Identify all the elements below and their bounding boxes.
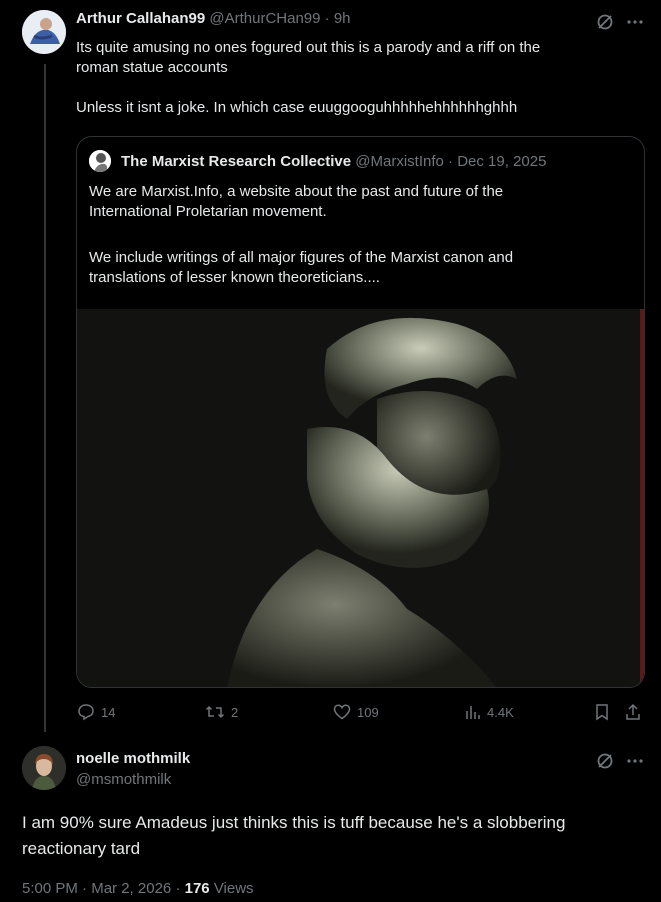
grok-icon[interactable]: [595, 751, 615, 776]
user-avatar-icon: [22, 746, 66, 790]
avatar-marxist: [89, 150, 111, 172]
heart-icon: [333, 704, 351, 720]
tweet-line: I am 90% sure Amadeus just thinks this i…: [22, 813, 566, 832]
quote-handle[interactable]: @MarxistInfo: [355, 153, 444, 170]
tweet-text: I am 90% sure Amadeus just thinks this i…: [22, 810, 652, 862]
separator: ·: [175, 880, 181, 897]
post-time[interactable]: 5:00 PM: [22, 880, 78, 897]
avatar-arthur[interactable]: [22, 10, 66, 54]
quote-line: We include writings of all major figures…: [89, 249, 514, 266]
quoted-tweet[interactable]: The Marxist Research Collective @Marxist…: [76, 136, 645, 688]
reply-button[interactable]: 14: [77, 703, 115, 721]
post-header: noelle mothmilk: [76, 750, 190, 767]
separator: ·: [324, 10, 330, 27]
user-avatar-icon: [22, 10, 66, 54]
post-date[interactable]: Mar 2, 2026: [91, 880, 171, 897]
handle[interactable]: @msmothmilk: [76, 771, 171, 788]
views-icon: [466, 706, 480, 719]
tweet-line: Unless it isnt a joke. In which case euu…: [76, 99, 518, 116]
quote-line: translations of lesser known theoreticia…: [89, 269, 380, 286]
thread-line: [44, 64, 46, 732]
repost-button[interactable]: 2: [205, 703, 238, 721]
separator: ·: [448, 153, 454, 170]
handle[interactable]: @ArthurCHan99: [209, 10, 320, 27]
views-label: Views: [213, 880, 254, 897]
like-count: 109: [357, 704, 379, 720]
display-name[interactable]: noelle mothmilk: [76, 750, 190, 767]
like-button[interactable]: 109: [333, 703, 379, 721]
quote-date[interactable]: Dec 19, 2025: [457, 153, 546, 170]
share-icon[interactable]: [624, 703, 642, 726]
reply-icon: [78, 704, 94, 721]
post-header: Arthur Callahan99 @ArthurCHan99 · 9h: [76, 10, 351, 27]
tweet-line: roman statue accounts: [76, 59, 228, 76]
avatar-noelle[interactable]: [22, 746, 66, 790]
views-button[interactable]: 4.4K: [465, 703, 514, 721]
view-count: 176: [184, 880, 210, 897]
quote-header: The Marxist Research Collective @Marxist…: [121, 153, 546, 170]
tweet-text: Its quite amusing no ones fogured out th…: [76, 38, 646, 118]
tweet-line: reactionary tard: [22, 839, 141, 858]
statue-image[interactable]: [77, 309, 644, 687]
display-name[interactable]: Arthur Callahan99: [76, 10, 205, 27]
repost-icon: [205, 705, 225, 719]
quote-line: We are Marxist.Info, a website about the…: [89, 183, 504, 200]
separator: ·: [82, 880, 88, 897]
repost-count: 2: [231, 704, 239, 720]
quote-text: We are Marxist.Info, a website about the…: [89, 182, 634, 288]
more-icon[interactable]: [625, 12, 645, 37]
bookmark-icon[interactable]: [593, 703, 611, 726]
views-count: 4.4K: [487, 704, 514, 720]
reply-count: 14: [101, 704, 116, 720]
quote-line: International Proletarian movement.: [89, 203, 327, 220]
grok-icon[interactable]: [595, 12, 615, 37]
timestamp[interactable]: 9h: [334, 10, 351, 27]
tweet-line: Its quite amusing no ones fogured out th…: [76, 39, 541, 56]
more-icon[interactable]: [625, 751, 645, 776]
post-meta: 5:00 PM · Mar 2, 2026 · 176 Views: [22, 880, 254, 897]
quote-display-name[interactable]: The Marxist Research Collective: [121, 153, 351, 170]
